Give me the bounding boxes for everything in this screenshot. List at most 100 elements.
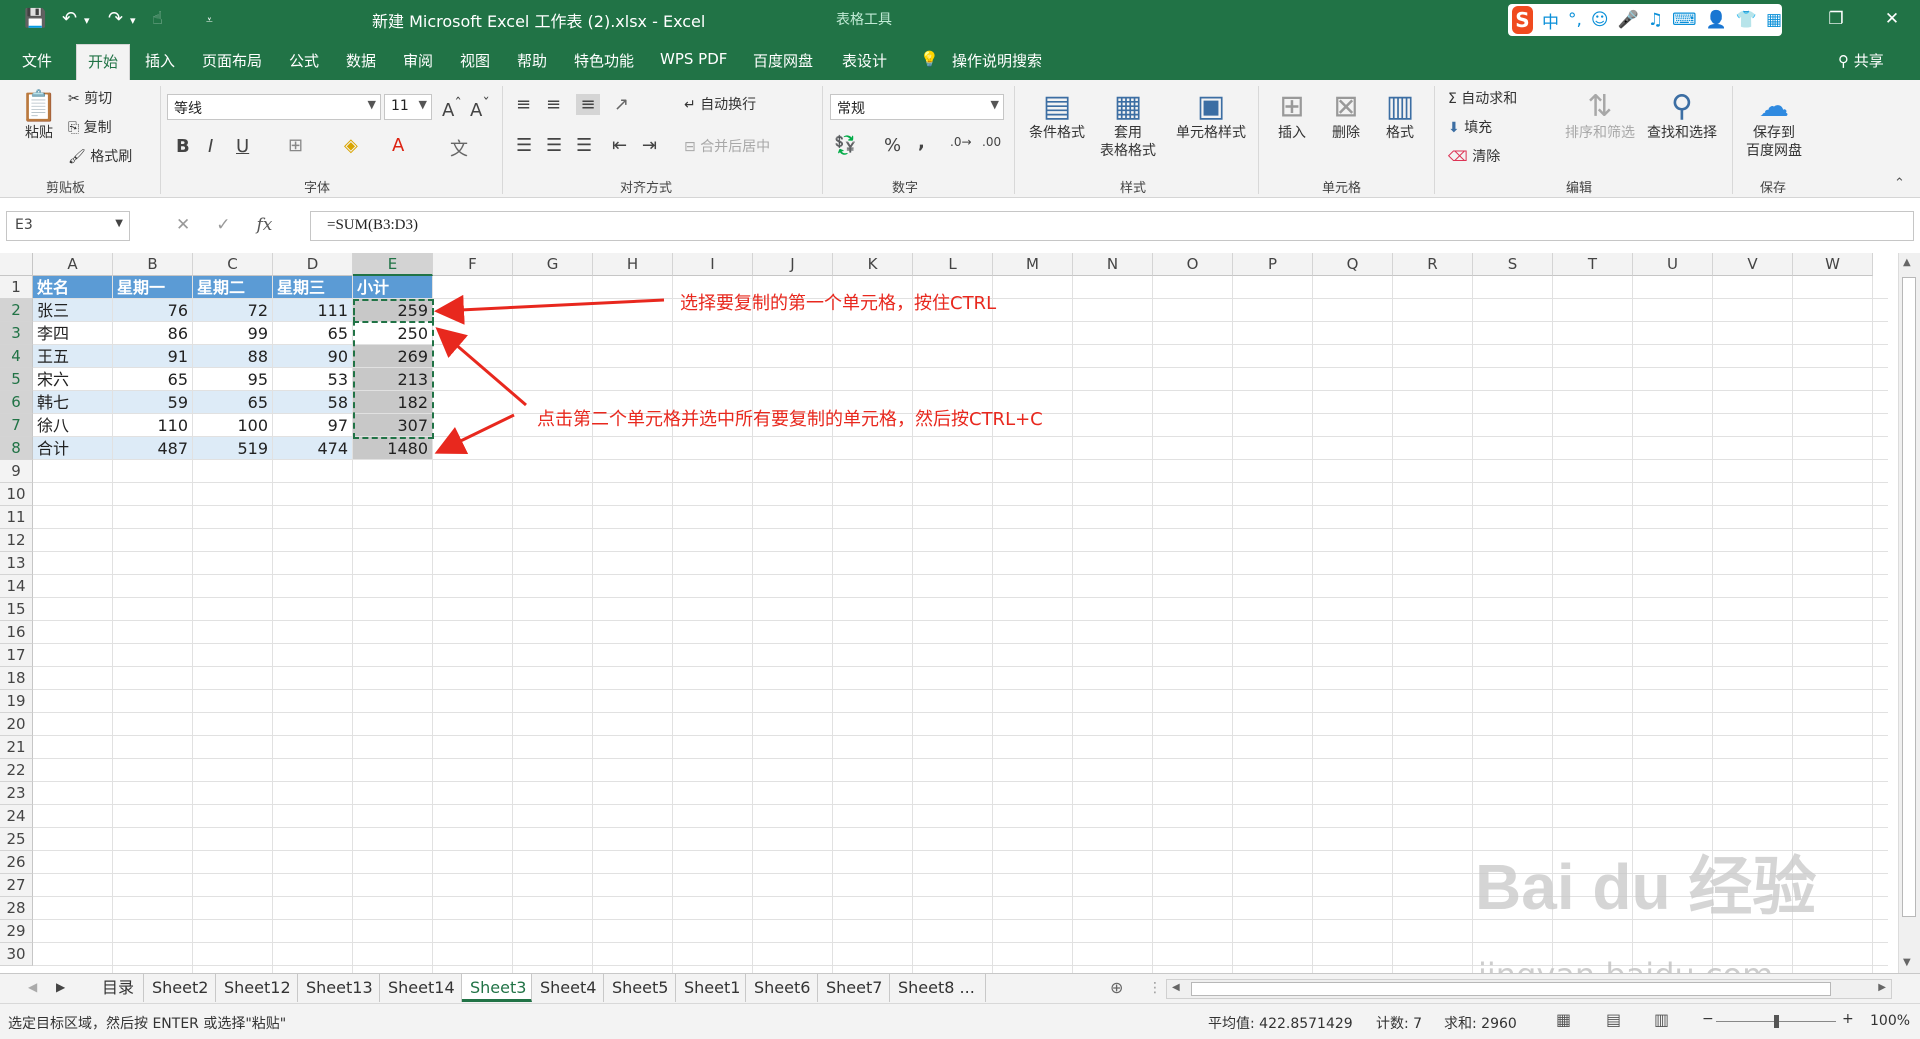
save-icon[interactable]: 💾 <box>24 8 46 29</box>
column-header[interactable]: O <box>1153 253 1233 276</box>
tab-baidu-netdisk[interactable]: 百度网盘 <box>753 50 813 71</box>
sheet-tab[interactable]: Sheet14 <box>380 974 462 1002</box>
row-header[interactable]: 16 <box>0 621 33 644</box>
orientation-icon[interactable]: ↗ <box>614 94 629 115</box>
cut-button[interactable]: ✂ 剪切 <box>68 88 112 108</box>
wrap-text-button[interactable]: ↵ 自动换行 <box>684 94 756 114</box>
save-to-netdisk-button[interactable]: ☁ 保存到 百度网盘 <box>1740 90 1808 160</box>
increase-font-icon[interactable]: Aˆ <box>442 95 462 121</box>
page-layout-view-icon[interactable]: ▤ <box>1606 1010 1621 1029</box>
insert-cells-button[interactable]: ⊞ 插入 <box>1268 90 1316 142</box>
clear-button[interactable]: ⌫ 清除 <box>1448 146 1500 166</box>
row-header[interactable]: 30 <box>0 943 33 966</box>
lightbulb-icon[interactable]: 💡 <box>920 50 939 68</box>
tab-table-design[interactable]: 表设计 <box>842 50 887 71</box>
column-header[interactable]: R <box>1393 253 1473 276</box>
tab-data[interactable]: 数据 <box>346 50 376 71</box>
formula-input[interactable]: =SUM(B3:D3) <box>310 211 1914 241</box>
increase-indent-icon[interactable]: ⇥ <box>642 135 657 156</box>
horizontal-scrollbar[interactable]: ◀ ▶ <box>1166 979 1892 999</box>
sheet-tab[interactable]: Sheet5 <box>604 974 676 1002</box>
decrease-font-icon[interactable]: Aˇ <box>470 95 490 121</box>
column-header[interactable]: P <box>1233 253 1313 276</box>
row-header[interactable]: 17 <box>0 644 33 667</box>
percent-button[interactable]: % <box>884 135 901 156</box>
worksheet-grid[interactable]: ABCDEFGHIJKLMNOPQRSTUVW 1 2 3 4 5 6 7 8 9 10 11 12 1… <box>0 253 1920 973</box>
undo-dropdown-icon[interactable]: ▾ <box>84 14 90 27</box>
zoom-slider-thumb[interactable] <box>1774 1015 1779 1028</box>
touch-mode-icon[interactable]: ☝ <box>152 8 163 29</box>
column-header[interactable]: U <box>1633 253 1713 276</box>
row-header[interactable]: 22 <box>0 759 33 782</box>
border-icon[interactable]: ⊞ <box>288 135 303 156</box>
skin-icon[interactable]: 👕 <box>1736 10 1757 30</box>
tab-review[interactable]: 审阅 <box>403 50 433 71</box>
align-left-icon[interactable]: ☰ <box>516 135 532 156</box>
sheet-tab[interactable]: Sheet8 ... <box>890 974 986 1002</box>
find-select-button[interactable]: ⚲ 查找和选择 <box>1642 90 1722 142</box>
share-button[interactable]: ⚲ 共享 <box>1838 50 1884 71</box>
copy-button[interactable]: ⎘ 复制 <box>68 117 112 137</box>
restore-icon[interactable]: ❐ <box>1808 0 1864 38</box>
font-name-select[interactable]: 等线 ▼ <box>167 94 381 120</box>
align-middle-icon[interactable]: ≡ <box>546 94 561 115</box>
format-cells-button[interactable]: ▥ 格式 <box>1376 90 1424 142</box>
row-header[interactable]: 28 <box>0 897 33 920</box>
column-header[interactable]: T <box>1553 253 1633 276</box>
sheet-tab[interactable]: Sheet13 <box>298 974 380 1002</box>
undo-icon[interactable]: ↶ <box>62 8 77 29</box>
tab-help[interactable]: 帮助 <box>517 50 547 71</box>
redo-icon[interactable]: ↷ <box>108 8 123 29</box>
page-break-view-icon[interactable]: ▥ <box>1654 1010 1669 1029</box>
sheet-tab[interactable]: Sheet2 <box>144 974 216 1002</box>
row-header[interactable]: 12 <box>0 529 33 552</box>
cell-styles-button[interactable]: ▣ 单元格样式 <box>1168 90 1254 142</box>
splitter-handle-icon[interactable]: ⋮ <box>1148 980 1162 996</box>
row-header[interactable]: 19 <box>0 690 33 713</box>
format-as-table-button[interactable]: ▦ 套用 表格格式 <box>1090 90 1166 160</box>
font-size-select[interactable]: 11 ▼ <box>384 94 432 120</box>
tab-special[interactable]: 特色功能 <box>574 50 634 71</box>
microphone-icon[interactable]: 🎤 <box>1618 10 1639 30</box>
phonetic-icon[interactable]: 文 <box>450 135 468 161</box>
scroll-down-icon[interactable]: ▼ <box>1903 957 1911 968</box>
underline-button[interactable]: U <box>236 136 249 157</box>
conditional-format-button[interactable]: ▤ 条件格式 <box>1024 90 1090 142</box>
format-painter-button[interactable]: 🖌 格式刷 <box>68 146 132 166</box>
toolbox-icon[interactable]: ▦ <box>1766 10 1782 30</box>
comma-button[interactable]: , <box>918 132 925 153</box>
italic-button[interactable]: I <box>208 136 213 157</box>
row-header[interactable]: 20 <box>0 713 33 736</box>
collapse-ribbon-icon[interactable]: ⌃ <box>1894 176 1905 191</box>
row-header[interactable]: 26 <box>0 851 33 874</box>
cancel-icon[interactable]: ✕ <box>176 215 190 235</box>
add-sheet-icon[interactable]: ⊕ <box>1110 978 1123 997</box>
name-box[interactable]: E3 ▼ <box>6 211 130 241</box>
column-header[interactable]: S <box>1473 253 1553 276</box>
tab-file[interactable]: 文件 <box>22 50 52 71</box>
currency-icon[interactable]: 💱 <box>834 135 856 156</box>
tab-view[interactable]: 视图 <box>460 50 490 71</box>
user-icon[interactable]: 👤 <box>1706 10 1727 30</box>
scroll-right-icon[interactable]: ▶ <box>1878 982 1886 993</box>
insert-function-icon[interactable]: fx <box>257 215 273 235</box>
row-header[interactable]: 29 <box>0 920 33 943</box>
sheet-tab[interactable]: 目录 <box>94 974 144 1002</box>
delete-cells-button[interactable]: ⊠ 删除 <box>1322 90 1370 142</box>
row-header[interactable]: 27 <box>0 874 33 897</box>
align-right-icon[interactable]: ☰ <box>576 135 592 156</box>
merge-center-button[interactable]: ⊟ 合并后居中 <box>684 136 770 156</box>
align-top-icon[interactable]: ≡ <box>516 94 531 115</box>
enter-icon[interactable]: ✓ <box>216 215 230 235</box>
decrease-indent-icon[interactable]: ⇤ <box>612 135 627 156</box>
sheet-tab[interactable]: Sheet12 <box>216 974 298 1002</box>
fill-color-icon[interactable]: ◈ <box>344 135 358 156</box>
number-format-select[interactable]: 常规 ▼ <box>830 94 1004 120</box>
font-color-icon[interactable]: A <box>392 135 404 156</box>
ime-punct-label[interactable]: °, <box>1568 10 1582 30</box>
row-header[interactable]: 24 <box>0 805 33 828</box>
column-header[interactable]: Q <box>1313 253 1393 276</box>
increase-decimal-icon[interactable]: .0→ <box>950 135 972 149</box>
paste-button[interactable]: 📋 粘贴 <box>18 90 60 142</box>
fill-button[interactable]: ⬇ 填充 <box>1448 117 1492 137</box>
